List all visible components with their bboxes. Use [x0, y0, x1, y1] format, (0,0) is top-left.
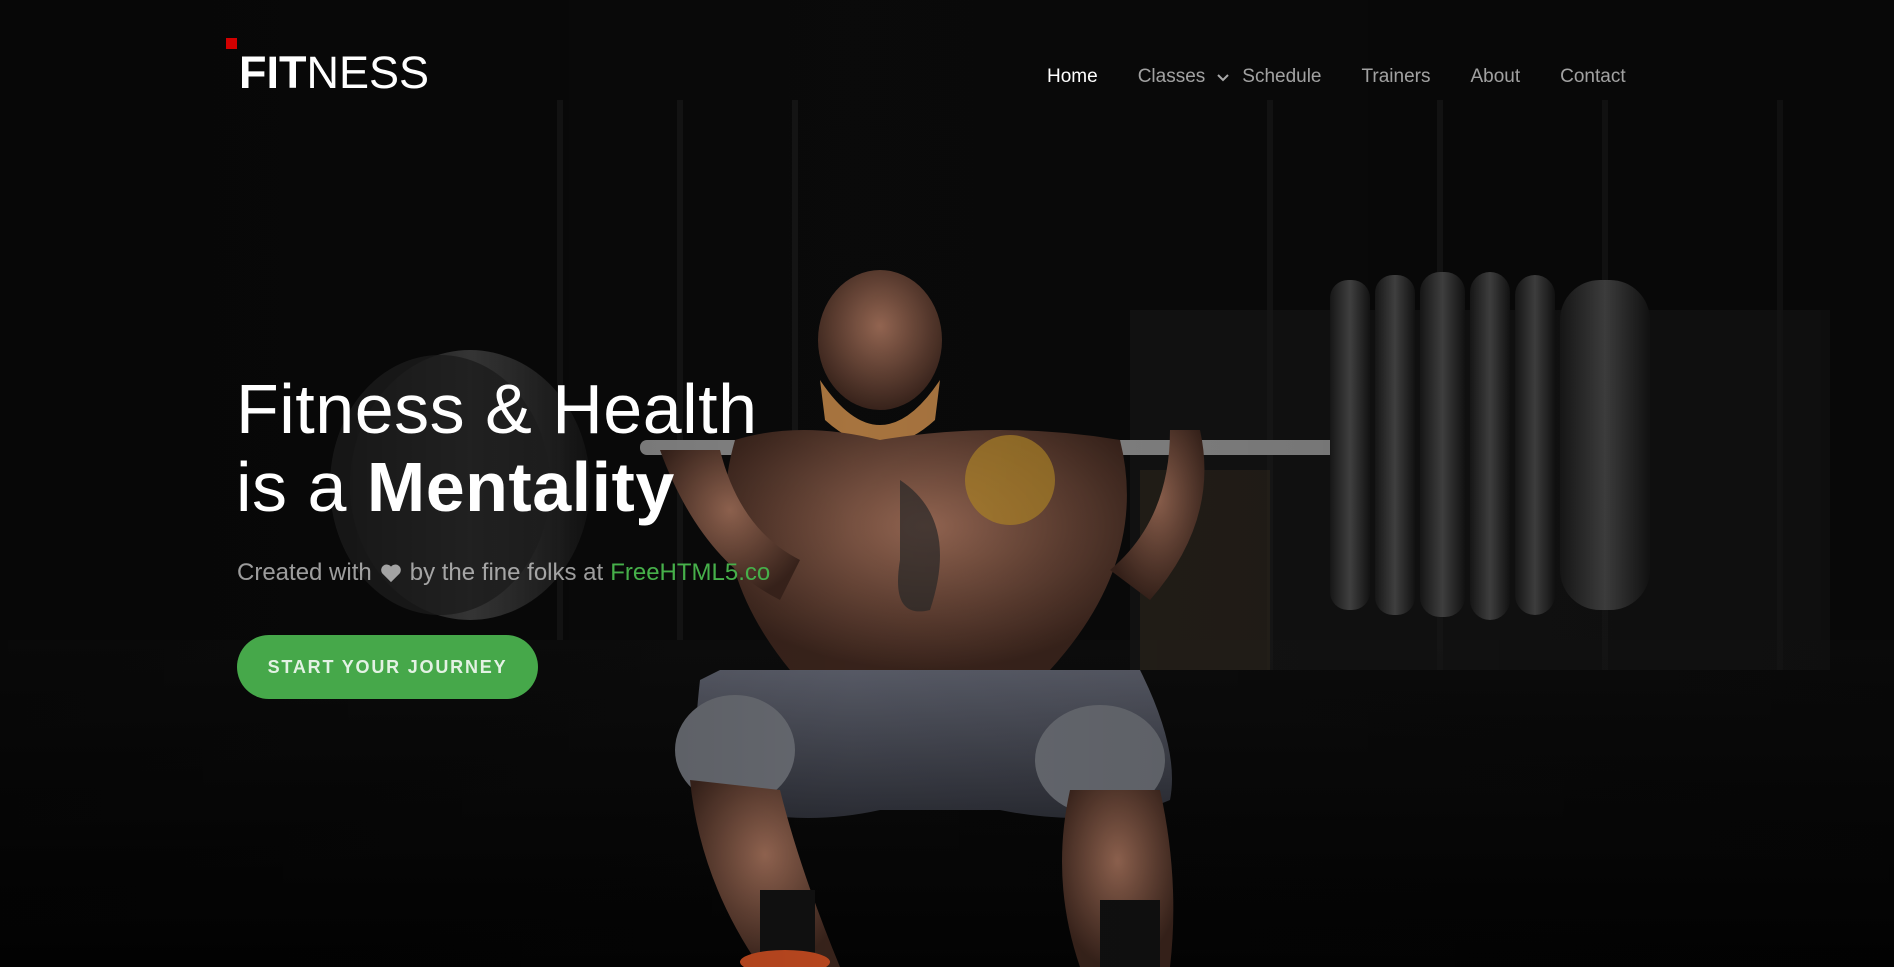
nav-item-classes[interactable]: Classes [1138, 66, 1231, 88]
nav-item-trainers[interactable]: Trainers [1362, 66, 1431, 88]
nav-item-home[interactable]: Home [1047, 66, 1098, 88]
headline-line-2-prefix: is a [236, 448, 367, 526]
nav-label: About [1470, 66, 1521, 87]
logo-text-light: NESS [306, 47, 430, 98]
nav-item-contact[interactable]: Contact [1560, 66, 1625, 88]
nav-label: Classes [1137, 66, 1206, 87]
hero-section: FITNESS Home Classes Schedule Trainers A… [0, 0, 1894, 967]
freehtml5-link[interactable]: FreeHTML5.co [610, 559, 770, 587]
nav-label: Contact [1560, 66, 1626, 87]
logo-text-bold: FIT [239, 47, 307, 98]
nav-item-schedule[interactable]: Schedule [1242, 66, 1321, 88]
nav-label: Home [1047, 66, 1098, 87]
hero-headline: Fitness & Health is a Mentality [236, 370, 758, 526]
credit-prefix: Created with [237, 559, 372, 586]
logo-text: FITNESS [239, 50, 429, 95]
hero-credit: Created with by the fine folks at FreeHT… [237, 559, 770, 587]
headline-line-2-strong: Mentality [366, 448, 675, 526]
credit-middle: by the fine folks at [409, 559, 604, 586]
main-nav: Home Classes Schedule Trainers About Con… [1047, 66, 1666, 88]
nav-label: Trainers [1361, 66, 1431, 87]
start-journey-button[interactable]: START YOUR JOURNEY [237, 635, 538, 699]
logo-mark [226, 38, 237, 49]
logo[interactable]: FITNESS [226, 38, 429, 95]
nav-label: Schedule [1242, 66, 1322, 87]
headline-line-1: Fitness & Health [236, 370, 758, 448]
nav-item-about[interactable]: About [1470, 66, 1520, 88]
chevron-down-icon [1217, 74, 1229, 82]
heart-icon [380, 564, 401, 583]
